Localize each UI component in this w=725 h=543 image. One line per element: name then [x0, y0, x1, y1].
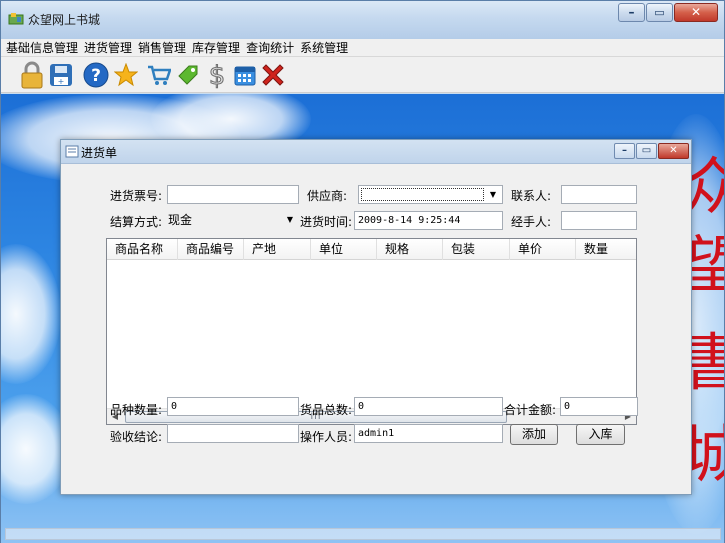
svg-text:+: + [58, 77, 65, 86]
menu-query-stats[interactable]: 查询统计 [243, 39, 297, 57]
supplier-label: 供应商: [307, 189, 348, 203]
dialog-maximize-button[interactable]: ▭ [636, 143, 657, 159]
svg-text:$: $ [209, 61, 226, 89]
tag-icon[interactable] [173, 60, 203, 90]
contact-label: 联系人: [511, 189, 552, 203]
stock-in-button[interactable]: 入库 [576, 424, 625, 445]
close-button[interactable]: ✕ [674, 3, 718, 22]
maximize-icon: ▭ [654, 6, 665, 19]
handler-field[interactable] [561, 211, 637, 230]
dialog-minimize-button[interactable]: – [614, 143, 635, 159]
menu-bar: 基础信息管理 进货管理 销售管理 库存管理 查询统计 系统管理 [1, 39, 724, 57]
total-amount-label: 合计金额: [504, 403, 557, 417]
chevron-down-icon: ▼ [489, 190, 497, 199]
time-field[interactable]: 2009-8-14 9:25:44 [354, 211, 503, 230]
kinds-label: 品种数量: [110, 403, 163, 417]
status-strip [5, 528, 721, 540]
conclusion-label: 验收结论: [110, 430, 163, 444]
column-header[interactable]: 数量 [576, 239, 636, 260]
exit-icon[interactable] [258, 60, 288, 90]
menu-purchase[interactable]: 进货管理 [81, 39, 135, 57]
purchase-order-title-bar[interactable]: 进货单 – ▭ ✕ [61, 140, 691, 164]
toolbar: + ? $ [1, 57, 724, 93]
settlement-value: 现金 [168, 213, 193, 227]
column-header[interactable]: 包装 [443, 239, 510, 260]
close-icon: ✕ [669, 145, 678, 156]
menu-sales[interactable]: 销售管理 [135, 39, 189, 57]
supplier-value [361, 188, 484, 201]
column-header[interactable]: 单位 [311, 239, 377, 260]
settlement-select[interactable]: 现金 ▼ [167, 211, 299, 230]
total-amount-field[interactable]: 0 [560, 397, 638, 416]
minimize-icon: – [628, 5, 635, 19]
kinds-field[interactable]: 0 [167, 397, 299, 416]
column-header[interactable]: 单价 [510, 239, 576, 260]
maximize-button[interactable]: ▭ [646, 3, 673, 22]
calendar-icon[interactable] [230, 60, 260, 90]
app-icon [8, 13, 24, 25]
column-header[interactable]: 商品编号 [178, 239, 244, 260]
title-bar[interactable]: 众望网上书城 – ▭ ✕ [1, 1, 724, 39]
column-header[interactable]: 产地 [244, 239, 311, 260]
supplier-select[interactable]: ▼ [358, 185, 503, 204]
contact-field[interactable] [561, 185, 637, 204]
cart-icon[interactable] [144, 60, 174, 90]
settlement-label: 结算方式: [110, 215, 163, 229]
handler-label: 经手人: [511, 215, 552, 229]
column-header[interactable]: 商品名称 [107, 239, 178, 260]
time-label: 进货时间: [300, 215, 353, 229]
total-qty-label: 货品总数: [300, 403, 353, 417]
purchase-order-title: 进货单 [81, 146, 118, 160]
menu-inventory[interactable]: 库存管理 [189, 39, 243, 57]
table-header: 商品名称 商品编号 产地 单位 规格 包装 单价 数量 [107, 239, 636, 260]
app-title: 众望网上书城 [28, 13, 101, 27]
lock-icon[interactable] [17, 60, 47, 90]
ticket-no-label: 进货票号: [110, 189, 163, 203]
floppy-icon[interactable]: + [46, 60, 76, 90]
close-icon: ✕ [690, 5, 702, 19]
svg-text:?: ? [91, 66, 101, 86]
column-header[interactable]: 规格 [377, 239, 443, 260]
purchase-order-window: 进货单 – ▭ ✕ 进货票号: 供应商: ▼ 联系人: 结算方式: 现金 ▼ 进… [60, 139, 692, 495]
document-icon [65, 145, 79, 158]
menu-basic-info[interactable]: 基础信息管理 [1, 39, 81, 57]
help-icon[interactable]: ? [81, 60, 111, 90]
minimize-button[interactable]: – [618, 3, 645, 22]
dialog-close-button[interactable]: ✕ [658, 143, 689, 159]
operator-field[interactable]: admin1 [354, 424, 503, 443]
ticket-no-field[interactable] [167, 185, 299, 204]
total-qty-field[interactable]: 0 [354, 397, 503, 416]
conclusion-field[interactable] [167, 424, 299, 443]
maximize-icon: ▭ [641, 145, 652, 156]
chevron-down-icon: ▼ [286, 215, 294, 224]
minimize-icon: – [622, 145, 627, 156]
cloud [1, 244, 61, 384]
add-button[interactable]: 添加 [510, 424, 558, 445]
dollar-icon[interactable]: $ [202, 60, 232, 90]
menu-system[interactable]: 系统管理 [297, 39, 351, 57]
operator-label: 操作人员: [300, 430, 353, 444]
star-icon[interactable] [111, 60, 141, 90]
